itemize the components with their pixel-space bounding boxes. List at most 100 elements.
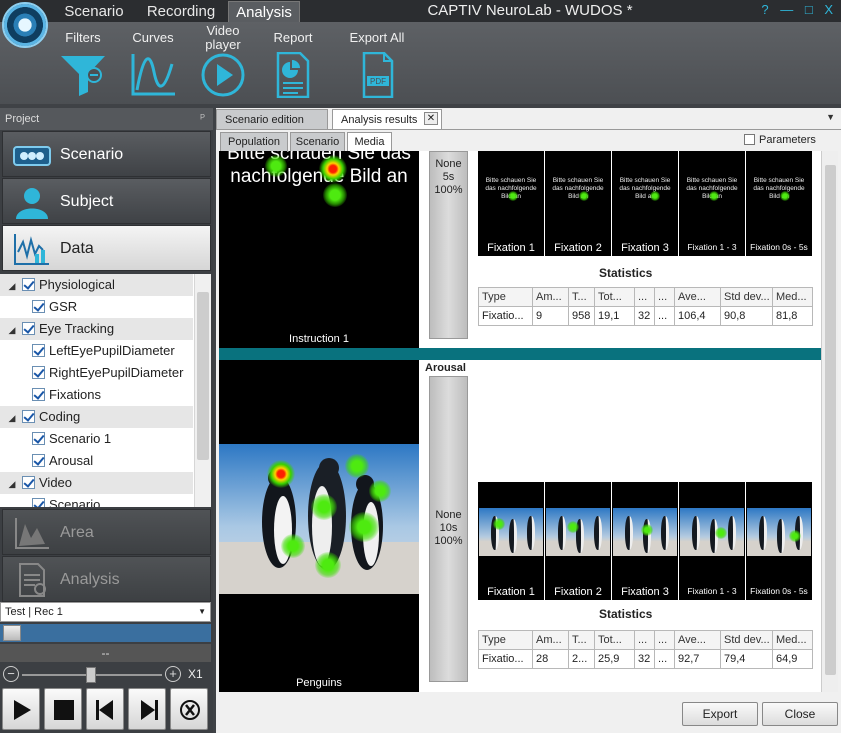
condition-label: None (435, 509, 462, 521)
export-all-label: Export All (349, 30, 405, 45)
timeline-slider[interactable] (0, 624, 211, 642)
tree-item[interactable]: Fixations (22, 384, 101, 406)
fixation-thumbnail[interactable]: Bitte schauen Sie das nachfolgende Bild … (545, 151, 611, 256)
play-button[interactable] (2, 688, 40, 730)
tab-media[interactable]: Media (347, 132, 392, 152)
heatmap-spot (567, 521, 579, 533)
curves-label: Curves (132, 30, 174, 45)
nav-scenario[interactable]: Scenario (2, 131, 211, 177)
pin-icon[interactable]: ᴾ (200, 108, 205, 130)
tree-item[interactable]: LeftEyePupilDiameter (22, 340, 175, 362)
export-all-button[interactable]: Export All PDF (332, 22, 422, 104)
close-button[interactable]: Close (762, 702, 838, 726)
table-row[interactable]: Fixatio... 9 958 19,1 32... 106,4 90,8 81,8 (478, 306, 813, 326)
main-area: Scenario edition Analysis results ✕ ▼ Po… (216, 108, 841, 733)
close-tab-icon[interactable]: ✕ (424, 112, 438, 125)
main-tab-scenario[interactable]: Scenario (56, 1, 132, 22)
fixation-thumbnail[interactable]: Fixation 2 (545, 482, 611, 600)
zoom-in-icon[interactable]: + (165, 666, 181, 682)
results-scrollbar[interactable] (821, 151, 838, 692)
pdf-file-icon: PDF (362, 52, 394, 98)
tab-scenario-edition[interactable]: Scenario edition (216, 109, 328, 129)
fixation-thumbnail[interactable]: Fixation 3 (612, 482, 678, 600)
tree-checkbox[interactable] (22, 322, 35, 335)
nav-analysis[interactable]: Analysis (2, 556, 211, 602)
next-frame-button[interactable] (128, 688, 166, 730)
previous-frame-button[interactable] (86, 688, 124, 730)
fixation-thumbnail[interactable]: Fixation 1 - 3 (679, 482, 745, 600)
recording-select[interactable]: Test | Rec 1 ▼ (0, 602, 211, 622)
table-header-cell: ... (634, 287, 655, 307)
export-button[interactable]: Export (682, 702, 758, 726)
tree-checkbox[interactable] (22, 278, 35, 291)
report-button[interactable]: Report (258, 22, 328, 104)
tree-group[interactable]: ◢ Video (0, 472, 193, 494)
tree-checkbox[interactable] (22, 410, 35, 423)
expand-toggle-icon[interactable]: ◢ (6, 407, 18, 429)
tree-checkbox[interactable] (22, 476, 35, 489)
tree-checkbox[interactable] (32, 344, 45, 357)
nav-data[interactable]: Data (2, 225, 211, 271)
zoom-slider-handle[interactable] (86, 667, 96, 683)
curves-button[interactable]: Curves (118, 22, 188, 104)
video-player-button[interactable]: Video player (188, 22, 258, 104)
media-caption: Instruction 1 (289, 333, 349, 345)
zoom-out-icon[interactable]: − (3, 666, 19, 682)
fixation-thumbnail[interactable]: Bitte schauen Sie das nachfolgende Bild … (746, 151, 812, 256)
tab-scenario[interactable]: Scenario (290, 132, 345, 152)
app-logo-icon[interactable] (2, 2, 48, 48)
table-row[interactable]: Fixatio... 28 2... 25,9 32... 92,7 79,4 64,9 (478, 649, 813, 669)
tree-item[interactable]: RightEyePupilDiameter (22, 362, 183, 384)
tree-checkbox[interactable] (32, 300, 45, 313)
tree-checkbox[interactable] (32, 366, 45, 379)
speed-button[interactable] (170, 688, 208, 730)
tab-list-chevron-icon[interactable]: ▼ (826, 112, 835, 122)
main-tab-recording[interactable]: Recording (140, 1, 222, 22)
nav-area[interactable]: Area (2, 509, 211, 555)
tree-item[interactable]: Scenario 1 (22, 428, 111, 450)
thumbnail-text: Bitte schauen Sie das nachfolgende Bild … (753, 177, 805, 200)
heatmap-spot (493, 518, 505, 530)
expand-toggle-icon[interactable]: ◢ (6, 473, 18, 495)
table-header-cell: T... (568, 287, 595, 307)
tree-item-label: Scenario 1 (49, 431, 112, 446)
parameters-checkbox-box[interactable] (744, 134, 755, 145)
tree-checkbox[interactable] (32, 454, 45, 467)
thumbnail-label: Fixation 0s - 5s (750, 586, 808, 596)
fixation-thumbnail[interactable]: Fixation 1 (478, 482, 544, 600)
tree-checkbox[interactable] (32, 432, 45, 445)
main-tab-analysis[interactable]: Analysis (228, 1, 300, 22)
tree-group[interactable]: ◢ Physiological (0, 274, 193, 296)
fixation-thumbnail[interactable]: Bitte schauen Sie das nachfolgende Bild … (679, 151, 745, 256)
tree-checkbox[interactable] (32, 388, 45, 401)
nav-subject[interactable]: Subject (2, 178, 211, 224)
table-header-cell: ... (654, 287, 675, 307)
tree-scroll-thumb[interactable] (197, 292, 209, 460)
tree-item[interactable]: Arousal (22, 450, 93, 472)
zoom-row: − + X1 (0, 666, 211, 686)
expand-toggle-icon[interactable]: ◢ (6, 319, 18, 341)
table-header-cell: Std dev... (720, 287, 773, 307)
fixation-thumbnail[interactable]: Fixation 0s - 5s (746, 482, 812, 600)
fixation-thumbnail[interactable]: Bitte schauen Sie das nachfolgende Bild … (478, 151, 544, 256)
timeline-handle[interactable] (3, 625, 21, 641)
tab-population[interactable]: Population (220, 132, 288, 152)
tree-item[interactable]: GSR (22, 296, 77, 318)
step-forward-icon (141, 700, 158, 720)
results-scroll-thumb[interactable] (825, 165, 836, 675)
tree-group[interactable]: ◢ Eye Tracking (0, 318, 193, 340)
tree-group[interactable]: ◢ Coding (0, 406, 193, 428)
filters-button[interactable]: Filters (48, 22, 118, 104)
penguins-thumbnail-image (546, 508, 610, 556)
tree-checkbox[interactable] (32, 498, 45, 507)
tree-item[interactable]: Scenario (22, 494, 100, 507)
heatmap-spot (650, 191, 660, 201)
fixation-thumbnail[interactable]: Bitte schauen Sie das nachfolgende Bild … (612, 151, 678, 256)
parameters-checkbox[interactable]: Parameters (744, 134, 816, 146)
window-controls[interactable]: ? — □ X (761, 2, 837, 17)
tree-scrollbar[interactable] (194, 274, 211, 507)
expand-toggle-icon[interactable]: ◢ (6, 275, 18, 297)
tree-item-label: Eye Tracking (39, 321, 115, 336)
stop-button[interactable] (44, 688, 82, 730)
tree-item-label: Video (39, 475, 73, 490)
